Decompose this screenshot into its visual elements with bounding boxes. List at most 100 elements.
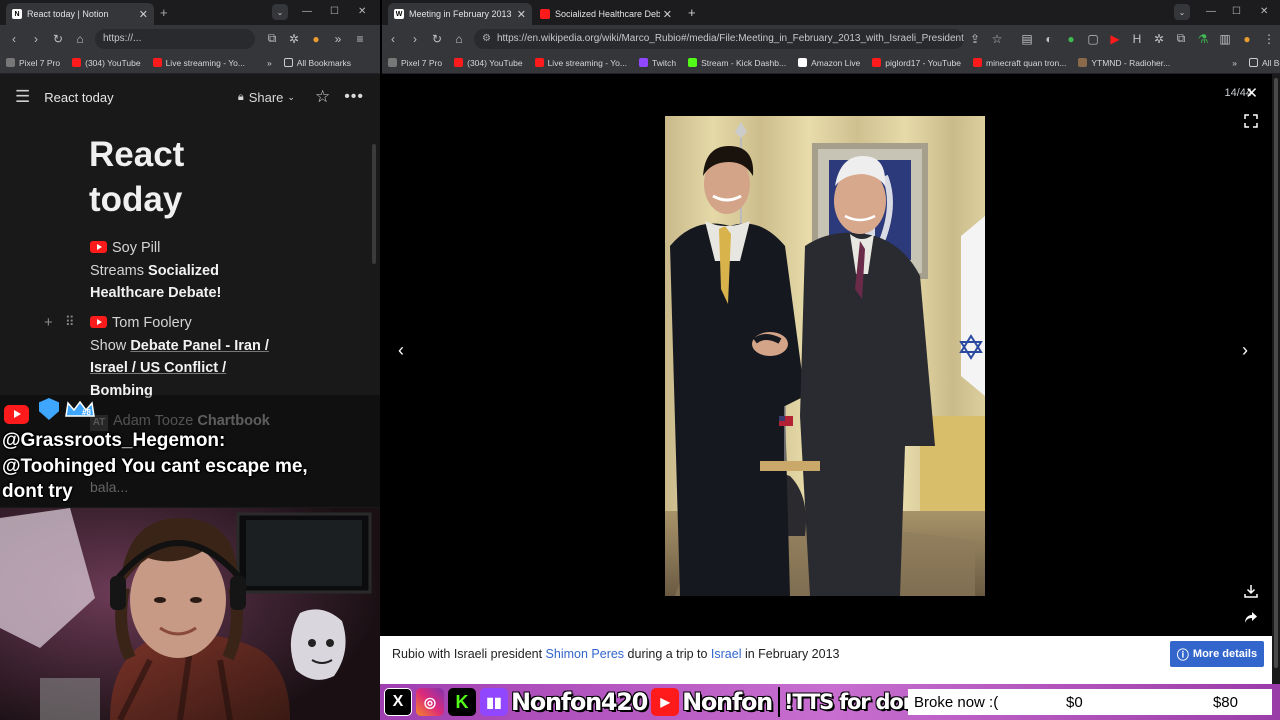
bookmarks-overflow-icon[interactable]: » — [267, 58, 272, 68]
menu-icon[interactable]: ⋮ — [1258, 28, 1280, 50]
tab-youtube[interactable]: Socialized Healthcare Debate! ✕ — [534, 3, 678, 25]
close-viewer-icon[interactable]: ✕ — [1245, 84, 1258, 102]
close-tab-icon[interactable]: ✕ — [139, 8, 148, 21]
tab-wikipedia[interactable]: W Meeting in February 2013 with ✕ — [388, 3, 532, 25]
sidebar-icon[interactable]: ▥ — [1214, 28, 1236, 50]
bookmark-label: Twitch — [651, 57, 677, 68]
all-bookmarks[interactable]: All Bookmarks — [1248, 58, 1280, 68]
page-heading: React today — [89, 132, 184, 222]
list-item[interactable]: Soy Pill Streams Socialized Healthcare D… — [90, 237, 290, 305]
forward-icon[interactable]: › — [25, 28, 47, 50]
minimize-icon[interactable]: — — [302, 6, 312, 17]
favorite-star-icon[interactable]: ☆ — [315, 87, 330, 107]
item-title[interactable]: Socialized — [148, 263, 219, 279]
drag-handle-icon[interactable]: ⠿ — [65, 314, 75, 330]
item-author: Tom Foolery — [112, 315, 192, 331]
caption-link-shimon-peres[interactable]: Shimon Peres — [546, 647, 625, 661]
bookmarks-overflow-icon[interactable]: » — [1232, 58, 1237, 68]
bookmark[interactable]: (304) YouTube — [72, 58, 141, 68]
menu-icon[interactable]: ≡ — [349, 28, 371, 50]
amazon-icon — [798, 58, 808, 67]
extension-icon[interactable]: ● — [1060, 28, 1082, 50]
more-details-button[interactable]: ⓘ More details — [1170, 641, 1264, 667]
share-button[interactable]: 🔒︎ Share ⌄ — [238, 90, 295, 105]
bookmark-icon — [388, 58, 397, 67]
reload-icon[interactable]: ↻ — [47, 28, 69, 50]
scrollbar-thumb[interactable] — [1274, 78, 1278, 668]
tab-search-icon[interactable]: ⌄ — [272, 4, 288, 20]
extensions-icon[interactable]: ⧉ — [261, 28, 283, 50]
bookmark[interactable]: Pixel 7 Pro — [6, 58, 60, 68]
close-window-icon[interactable]: ✕ — [358, 6, 366, 17]
site-info-icon[interactable]: ⚙ — [482, 33, 491, 44]
banner-divider — [777, 687, 780, 717]
scrollbar[interactable] — [372, 144, 376, 264]
bookmark[interactable]: Pixel 7 Pro — [388, 58, 442, 68]
tab-search-icon[interactable]: ⌄ — [1174, 4, 1190, 20]
share-page-icon[interactable]: ⇪ — [964, 28, 986, 50]
page-title[interactable]: React today — [44, 90, 113, 105]
sidebar-menu-icon[interactable]: ☰ — [15, 87, 30, 107]
maximize-icon[interactable]: ☐ — [1232, 6, 1241, 17]
close-tab-icon[interactable]: ✕ — [517, 8, 526, 21]
forward-icon[interactable]: › — [404, 28, 426, 50]
bookmark[interactable]: minecraft quan tron... — [973, 58, 1066, 68]
goal-current: $0 — [1066, 693, 1083, 711]
meeting-photo[interactable] — [665, 116, 985, 596]
list-item[interactable]: Tom Foolery Show Debate Panel - Iran / I… — [90, 312, 300, 402]
home-icon[interactable]: ⌂ — [69, 28, 91, 50]
add-block-icon[interactable]: + — [44, 314, 53, 331]
extension-icon[interactable]: ▢ — [1082, 28, 1104, 50]
youtube-icon — [872, 58, 882, 67]
next-image-icon[interactable]: › — [1242, 340, 1248, 361]
extension-icon[interactable]: ⧉ — [1170, 28, 1192, 50]
bookmark-star-icon[interactable]: ☆ — [986, 28, 1008, 50]
back-icon[interactable]: ‹ — [382, 28, 404, 50]
profile-icon[interactable]: ● — [305, 28, 327, 50]
more-options-icon[interactable]: ••• — [344, 88, 364, 106]
caption-link-israel[interactable]: Israel — [711, 647, 742, 661]
bookmark-icon — [6, 58, 15, 67]
puzzle-icon[interactable]: ✲ — [283, 28, 305, 50]
bookmark[interactable]: YTMND - Radioher... — [1078, 58, 1170, 68]
maximize-icon[interactable]: ☐ — [330, 6, 339, 17]
bookmark[interactable]: (304) YouTube — [454, 57, 523, 68]
minimize-icon[interactable]: — — [1206, 6, 1216, 17]
all-bookmarks[interactable]: All Bookmarks — [283, 58, 351, 68]
bookmark[interactable]: Live streaming - Yo... — [152, 58, 245, 68]
bookmark[interactable]: Live streaming - Yo... — [534, 58, 627, 68]
item-title[interactable]: Healthcare Debate! — [90, 285, 221, 301]
page-scrollbar[interactable] — [1272, 74, 1280, 684]
extension-icon[interactable]: H — [1126, 28, 1148, 50]
bookmark[interactable]: Amazon Live — [798, 58, 860, 68]
youtube-icon[interactable]: ▶ — [1104, 28, 1126, 50]
extension-icon[interactable]: ▤ — [1016, 28, 1038, 50]
extension-icon[interactable]: ✲ — [1148, 28, 1170, 50]
address-bar[interactable]: ⚙ https://en.wikipedia.org/wiki/Marco_Ru… — [474, 28, 964, 49]
extension-icon[interactable]: ◐ — [1038, 28, 1060, 50]
fullscreen-icon[interactable] — [1244, 114, 1258, 128]
more-chevron-icon[interactable]: » — [327, 28, 349, 50]
share-icon[interactable] — [1244, 610, 1258, 624]
home-icon[interactable]: ⌂ — [448, 28, 470, 50]
tab-notion[interactable]: N React today | Notion ✕ — [6, 3, 154, 25]
item-title[interactable]: Debate Panel - Iran / — [130, 338, 269, 354]
close-tab-icon[interactable]: ✕ — [663, 8, 672, 21]
profile-icon[interactable]: ● — [1236, 28, 1258, 50]
close-window-icon[interactable]: ✕ — [1260, 6, 1268, 17]
goal-label: Broke now :( — [914, 693, 999, 711]
extension-icon[interactable]: ⚗ — [1192, 28, 1214, 50]
bookmark[interactable]: Stream - Kick Dashb... — [688, 58, 786, 68]
twitch-icon — [638, 58, 648, 67]
address-bar[interactable]: https://... — [95, 28, 255, 49]
new-tab-button[interactable]: + — [160, 5, 168, 20]
bookmark[interactable]: piglord17 - YouTube — [872, 58, 961, 68]
back-icon[interactable]: ‹ — [3, 28, 25, 50]
item-title[interactable]: Israel / US Conflict / — [90, 360, 226, 376]
bookmark[interactable]: Twitch — [638, 57, 677, 68]
new-tab-button[interactable]: + — [688, 5, 696, 20]
reload-icon[interactable]: ↻ — [426, 28, 448, 50]
bookmark-label: (304) YouTube — [467, 57, 523, 68]
download-icon[interactable] — [1244, 584, 1258, 598]
previous-image-icon[interactable]: ‹ — [398, 340, 404, 361]
